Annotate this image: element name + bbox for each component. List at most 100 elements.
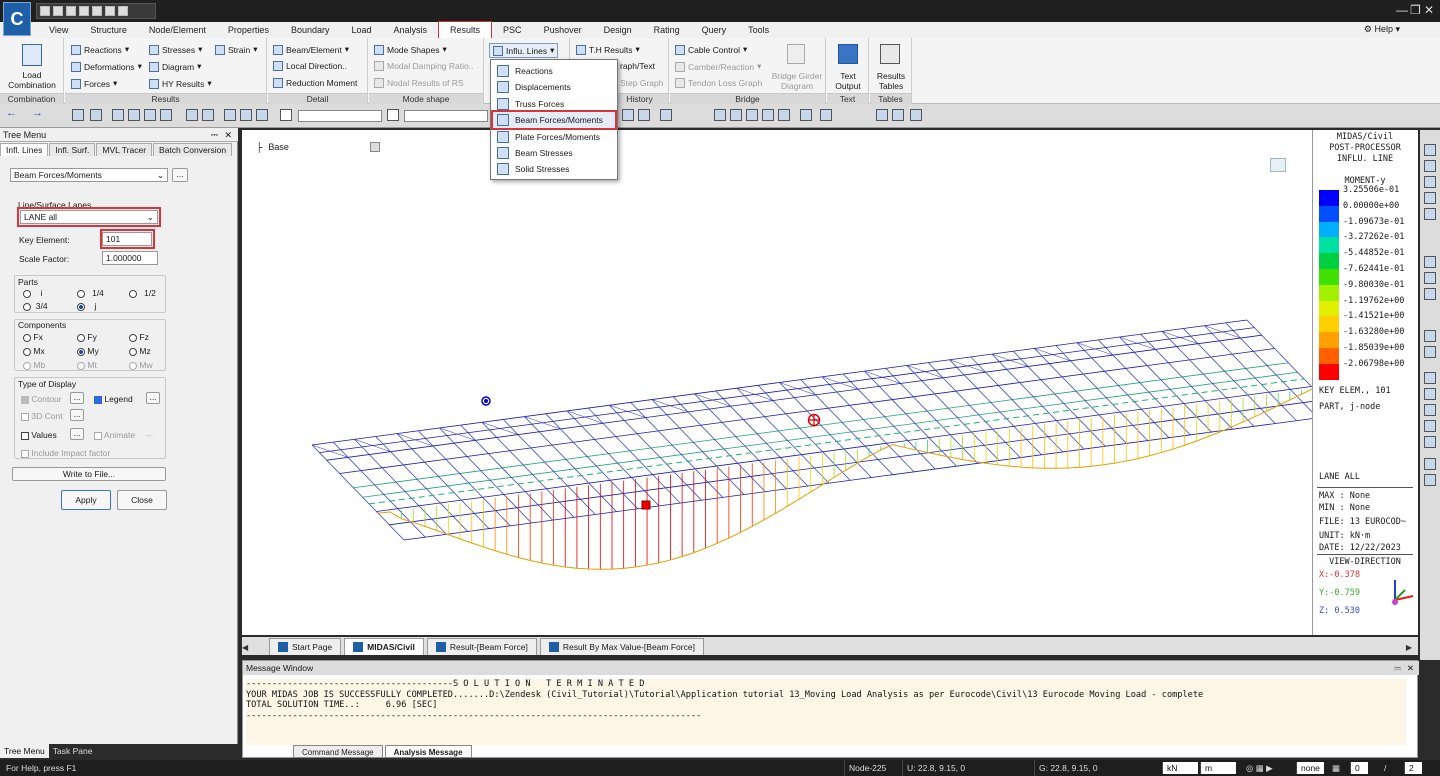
view-top-icon[interactable] [762,109,774,121]
snap-combo[interactable] [404,110,488,122]
select-all-icon[interactable] [144,109,156,121]
select-plane-icon[interactable] [128,109,140,121]
print-icon[interactable] [1424,474,1436,486]
animate-more-button[interactable]: ... [146,428,153,438]
animate-checkbox[interactable]: Animate [94,430,135,440]
tab-tools[interactable]: Tools [737,22,780,38]
contour-checkbox[interactable]: Contour [21,394,62,404]
part-i[interactable]: i [23,288,42,298]
tab-analysis[interactable]: Analysis [383,22,439,38]
tab-batch-conversion[interactable]: Batch Conversion [153,143,233,156]
tab-tree-menu[interactable]: Tree Menu [0,744,49,758]
capture-icon[interactable] [1424,458,1436,470]
nodal-results-rs-button[interactable]: Nodal Results of RS [374,78,464,88]
zoom-all-icon[interactable] [1424,208,1436,220]
menu-item-beam-forces[interactable]: Beam Forces/Moments [491,110,617,130]
tab-structure[interactable]: Structure [79,22,138,38]
graph-icon[interactable] [660,109,672,121]
tab-rating[interactable]: Rating [643,22,691,38]
model-view[interactable]: ├ Base [242,130,1312,635]
tab-mvl-tracer[interactable]: MVL Tracer [96,143,153,156]
menu-item-displacements[interactable]: Displacements [493,79,615,95]
close-icon[interactable]: ✕ [1407,661,1414,675]
page-number-input[interactable]: 0 [1350,762,1368,774]
menu-item-solid-stresses[interactable]: Solid Stresses [493,161,615,177]
graph-text-button[interactable]: raph/Text [620,61,655,71]
lock-icon[interactable] [892,109,904,121]
view-right-icon[interactable] [778,109,790,121]
message-output[interactable]: ----------------------------------------… [246,679,1406,745]
undo-icon[interactable]: ← [6,107,18,119]
help-menu[interactable]: ⚙ Help ▾ [1364,24,1400,35]
view-front-icon[interactable] [730,109,742,121]
reactions-button[interactable]: Reactions ▾ [71,44,129,55]
load-combination-button[interactable]: Load Combination [2,70,62,90]
text-output-button[interactable]: Text Output [828,71,868,91]
values-checkbox[interactable]: Values [21,430,57,440]
tab-task-pane[interactable]: Task Pane [49,744,97,758]
zoom-window-icon[interactable] [1424,160,1436,172]
zoom-in-icon[interactable] [1424,176,1436,188]
force-unit-select[interactable]: kN [1162,762,1198,774]
select-icon[interactable] [72,109,84,121]
select-window-icon[interactable] [90,109,102,121]
pan-icon[interactable] [1424,288,1436,300]
tab-psc[interactable]: PSC [492,22,533,38]
comp-mz[interactable]: Mz [129,346,151,356]
tab-query[interactable]: Query [691,22,738,38]
forces-button[interactable]: Forces ▾ [71,78,117,89]
influ-lines-button[interactable]: Influ. Lines ▾ [489,43,559,58]
bridge-girder-diagram-button[interactable]: Bridge Girder Diagram [768,71,826,91]
scale-factor-input[interactable]: 1.000000 [102,251,158,265]
legend-more-button[interactable]: ... [146,392,160,404]
app-logo[interactable]: C [3,2,31,36]
menu-item-plate-forces[interactable]: Plate Forces/Moments [493,129,615,145]
status-snap-icons[interactable]: ◎ ▦ ▶ [1242,760,1292,776]
stresses-button[interactable]: Stresses ▾ [149,44,202,55]
tab-pushover[interactable]: Pushover [533,22,593,38]
part-1-4[interactable]: 1/4 [77,288,104,298]
local-direction-button[interactable]: Local Direction.. [273,61,347,71]
diagram-button[interactable]: Diagram ▾ [149,61,201,72]
hidden-line-icon[interactable] [1424,346,1436,358]
beam-element-button[interactable]: Beam/Element ▾ [273,44,349,55]
menu-item-truss-forces[interactable]: Truss Forces [493,96,615,112]
rotate-view-icon[interactable] [1424,272,1436,284]
zoom-window-icon[interactable] [224,109,236,121]
rotate-icon[interactable] [1424,256,1436,268]
3d-cont-more-button[interactable]: ... [70,409,84,421]
deformations-button[interactable]: Deformations ▾ [71,61,142,72]
restore-icon[interactable]: ❐ [1410,3,1421,17]
filter-select[interactable]: none [1296,762,1324,774]
next-icon[interactable] [622,109,634,121]
tab-scroll-right-icon[interactable]: ▶ [1400,643,1418,655]
th-results-button[interactable]: T.H Results ▾ [576,44,640,55]
camber-reaction-button[interactable]: Camber/Reaction ▾ [675,61,761,72]
close-panel-icon[interactable]: ✕ [224,128,232,142]
tab-result-beam-force[interactable]: Result-[Beam Force] [426,638,537,655]
mode-shapes-button[interactable]: Mode Shapes ▾ [374,44,447,55]
close-button[interactable]: Close [117,490,167,510]
redo-icon[interactable]: → [32,107,44,119]
inactivate-icon[interactable] [202,109,214,121]
gear-icon[interactable]: ⚙ [1364,24,1375,34]
tab-infl-lines[interactable]: Infl. Lines [0,143,49,156]
impact-factor-checkbox[interactable]: Include Impact factor [21,448,110,458]
hy-results-button[interactable]: HY Results ▾ [149,78,212,89]
results-tables-button[interactable]: Results Tables [871,71,911,91]
light-icon[interactable] [1424,404,1436,416]
pointer-icon[interactable] [280,109,292,121]
length-unit-select[interactable]: m [1200,762,1236,774]
tendon-loss-button[interactable]: Tendon Loss Graph [675,78,762,88]
shade-icon[interactable] [1424,388,1436,400]
result-type-more-button[interactable]: ... [172,168,188,182]
comp-fx[interactable]: Fx [23,332,43,342]
reduction-moment-button[interactable]: Reduction Moment [273,78,357,88]
prev-icon[interactable] [638,109,650,121]
result-type-select[interactable]: Beam Forces/Moments ⌄ [10,168,168,182]
apply-button[interactable]: Apply [61,490,111,510]
load-combination-icon[interactable] [22,44,42,66]
tab-design[interactable]: Design [593,22,643,38]
legend-checkbox[interactable]: Legend [94,394,133,404]
tab-command-message[interactable]: Command Message [293,745,383,758]
